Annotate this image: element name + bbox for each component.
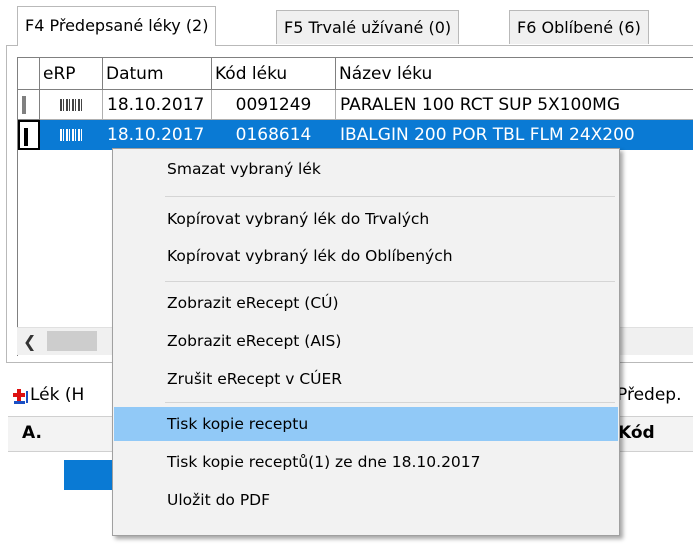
menu-item-copy-to-permanent[interactable]: Kopírovat vybraný lék do Trvalých [114,202,618,236]
row-name: PARALEN 100 RCT SUP 5X100MG [336,90,693,120]
menu-item-delete-drug[interactable]: Smazat vybraný lék [114,152,618,186]
menu-separator [165,196,615,197]
erp-barcode-icon [40,120,103,150]
row-date: 18.10.2017 [103,90,212,120]
column-header-kod[interactable]: Kód [618,423,655,443]
menu-separator [165,402,615,403]
menu-item-print-prescriptions-by-date[interactable]: Tisk kopie receptů(1) ze dne 18.10.2017 [114,445,618,479]
row-indicator[interactable] [18,90,40,120]
column-header-nazev-leku[interactable]: Název léku [336,58,693,90]
row-date: 18.10.2017 [103,120,212,150]
menu-item-copy-to-favorites[interactable]: Kopírovat vybraný lék do Oblíbených [114,239,618,273]
drug-section-label: Lék (H [30,385,85,405]
selected-cell[interactable] [64,460,112,490]
row-code: 0091249 [212,90,336,120]
menu-separator [165,281,615,282]
column-header-a[interactable]: A. [22,423,42,443]
tab-predepsane-leky[interactable]: F4 Předepsané léky (2) [17,6,217,46]
menu-item-print-prescription-copy[interactable]: Tisk kopie receptu [114,407,618,441]
context-menu: Smazat vybraný lék Kopírovat vybraný lék… [112,148,620,536]
menu-item-save-pdf[interactable]: Uložit do PDF [114,483,618,517]
scroll-left-icon[interactable]: ❮ [23,332,36,351]
scroll-thumb[interactable] [47,331,97,351]
row-name: IBALGIN 200 POR TBL FLM 24X200 [336,120,693,150]
menu-item-cancel-erecept[interactable]: Zrušit eRecept v CÚER [114,362,618,396]
column-header-kod-leku[interactable]: Kód léku [212,58,336,90]
column-header-datum[interactable]: Datum [103,58,212,90]
add-drug-icon[interactable] [12,389,28,405]
row-indicator[interactable] [18,120,40,150]
erp-barcode-icon [40,90,103,120]
prescribed-label: Předep. [617,385,682,405]
tab-trvale-uzivane[interactable]: F5 Trvalé užívané (0) [276,10,460,44]
row-code: 0168614 [212,120,336,150]
menu-item-show-erecept-ais[interactable]: Zobrazit eRecept (AIS) [114,324,618,358]
menu-item-show-erecept-cu[interactable]: Zobrazit eRecept (CÚ) [114,286,618,320]
row-indicator-header [18,58,40,90]
column-header-erp[interactable]: eRP [40,58,103,90]
tab-oblibene[interactable]: F6 Oblíbené (6) [509,10,649,44]
